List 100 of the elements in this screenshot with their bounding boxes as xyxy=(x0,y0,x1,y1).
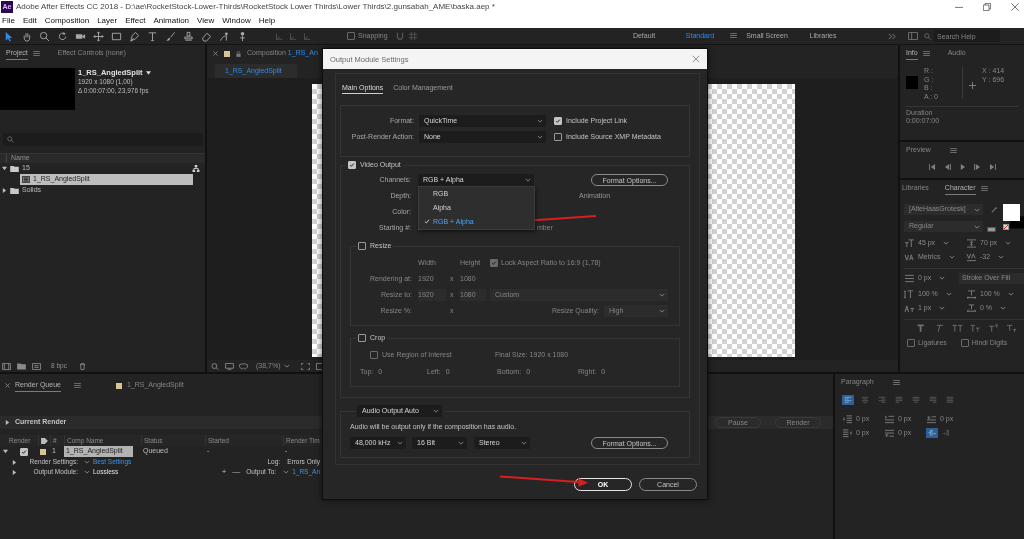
menu-item[interactable]: Help xyxy=(258,16,276,26)
fill-swatch-icon[interactable] xyxy=(1003,204,1020,221)
module-button[interactable]: — xyxy=(232,468,241,476)
vertical-scale-icon[interactable] xyxy=(904,290,915,299)
checkbox[interactable] xyxy=(907,339,915,348)
subscript-icon[interactable] xyxy=(1006,324,1017,333)
tag-icon[interactable] xyxy=(41,437,48,444)
menu-item[interactable]: Animation xyxy=(153,16,190,26)
caps-icon[interactable] xyxy=(952,324,963,333)
small-caps-icon[interactable] xyxy=(970,324,981,333)
film-icon[interactable] xyxy=(2,363,11,370)
menu-item[interactable]: Effect xyxy=(125,16,146,26)
axis-icon[interactable] xyxy=(288,31,298,41)
magnifier-icon[interactable] xyxy=(211,362,220,370)
space-after-icon[interactable] xyxy=(884,428,895,438)
first-frame-icon[interactable] xyxy=(928,164,936,170)
bold-t-icon[interactable] xyxy=(916,324,927,333)
menu-item[interactable]: Composition xyxy=(44,16,90,26)
default-colors-icon[interactable] xyxy=(987,227,996,232)
disclosure-triangle-icon[interactable] xyxy=(5,420,10,425)
panel-layout-icon[interactable] xyxy=(908,32,918,40)
play-icon[interactable] xyxy=(958,164,966,170)
space-before-icon[interactable] xyxy=(926,414,937,424)
stamp-icon[interactable] xyxy=(183,30,194,42)
magnet-icon[interactable] xyxy=(394,31,405,41)
no-color-icon[interactable] xyxy=(1003,224,1009,230)
frame-icon[interactable] xyxy=(300,362,310,370)
double-chevron-icon[interactable] xyxy=(888,32,896,40)
close-icon[interactable] xyxy=(5,383,10,388)
menu-item[interactable]: Layer xyxy=(97,16,118,26)
disclosure-triangle-icon[interactable] xyxy=(12,459,17,465)
checkbox[interactable] xyxy=(358,334,366,342)
align-left-icon[interactable] xyxy=(842,395,854,405)
pin-icon[interactable] xyxy=(237,30,248,42)
text-size-icon[interactable] xyxy=(904,239,915,248)
tsume-icon[interactable] xyxy=(966,304,977,313)
node-tree-icon[interactable] xyxy=(192,165,200,172)
checkbox[interactable] xyxy=(348,161,356,169)
baseline-shift-icon[interactable] xyxy=(904,304,915,313)
grid-icon[interactable] xyxy=(407,31,418,41)
stroke-lines-icon[interactable] xyxy=(904,274,915,283)
line-spacing-icon[interactable] xyxy=(966,239,977,248)
monitor-icon[interactable] xyxy=(225,362,234,370)
module-button[interactable]: + xyxy=(221,468,227,476)
menu-icon[interactable] xyxy=(980,186,988,191)
lock-icon[interactable] xyxy=(236,50,241,57)
restore-icon[interactable] xyxy=(983,3,991,11)
kerning-icon[interactable] xyxy=(904,253,915,262)
indent-left-icon[interactable] xyxy=(842,414,853,424)
checkbox[interactable] xyxy=(358,242,366,250)
menu-icon[interactable] xyxy=(73,383,81,388)
composition-icon[interactable] xyxy=(32,363,41,370)
caret-icon[interactable] xyxy=(145,70,151,75)
menu-icon[interactable] xyxy=(922,51,930,56)
rotate-icon[interactable] xyxy=(57,30,68,42)
checkbox[interactable] xyxy=(347,32,355,40)
indent-right-icon[interactable] xyxy=(842,428,853,438)
trash-icon[interactable] xyxy=(78,363,86,370)
menu-item[interactable]: Window xyxy=(222,16,251,26)
checkbox[interactable] xyxy=(20,447,28,456)
eraser-icon[interactable] xyxy=(201,30,212,42)
magnifier-icon[interactable] xyxy=(39,30,50,42)
next-frame-icon[interactable] xyxy=(973,164,981,170)
pen-icon[interactable] xyxy=(129,30,140,42)
tracking-icon[interactable] xyxy=(966,253,977,262)
last-frame-icon[interactable] xyxy=(988,164,996,170)
close-icon[interactable] xyxy=(1011,3,1019,11)
superscript-icon[interactable] xyxy=(988,324,999,333)
close-icon[interactable] xyxy=(213,51,218,56)
menu-icon[interactable] xyxy=(32,51,40,56)
eyedropper-icon[interactable] xyxy=(991,206,998,213)
previous-frame-icon[interactable] xyxy=(943,164,951,170)
menu-item[interactable]: File xyxy=(2,16,15,26)
rectangle-icon[interactable] xyxy=(111,30,122,42)
indent-first-icon[interactable] xyxy=(884,414,895,424)
brush-icon[interactable] xyxy=(165,30,176,42)
folder-icon[interactable] xyxy=(17,363,26,370)
axis-icon[interactable] xyxy=(302,31,312,41)
hand-icon[interactable] xyxy=(21,30,32,42)
checkbox[interactable] xyxy=(554,133,562,141)
italic-t-icon[interactable] xyxy=(934,324,945,333)
disclosure-triangle-icon[interactable] xyxy=(2,188,7,193)
text-tool-icon[interactable] xyxy=(147,30,158,42)
checkbox[interactable] xyxy=(960,339,969,348)
goggles-icon[interactable] xyxy=(239,362,248,370)
square-icon[interactable] xyxy=(314,362,324,370)
search-field[interactable] xyxy=(3,133,203,146)
menu-icon[interactable] xyxy=(892,380,900,385)
disclosure-triangle-icon[interactable] xyxy=(12,469,17,475)
checkbox[interactable] xyxy=(554,117,562,125)
move-arrows-icon[interactable] xyxy=(93,30,104,42)
menu-item[interactable]: View xyxy=(197,16,215,26)
menu-icon[interactable] xyxy=(730,33,737,39)
close-icon[interactable] xyxy=(692,55,700,63)
disclosure-triangle-icon[interactable] xyxy=(2,166,7,171)
checkbox[interactable] xyxy=(370,351,378,359)
menu-item[interactable]: Edit xyxy=(22,16,37,26)
roto-brush-icon[interactable] xyxy=(219,30,230,42)
paragraph-right-icon[interactable] xyxy=(926,428,938,438)
pointer-icon[interactable] xyxy=(3,30,14,42)
